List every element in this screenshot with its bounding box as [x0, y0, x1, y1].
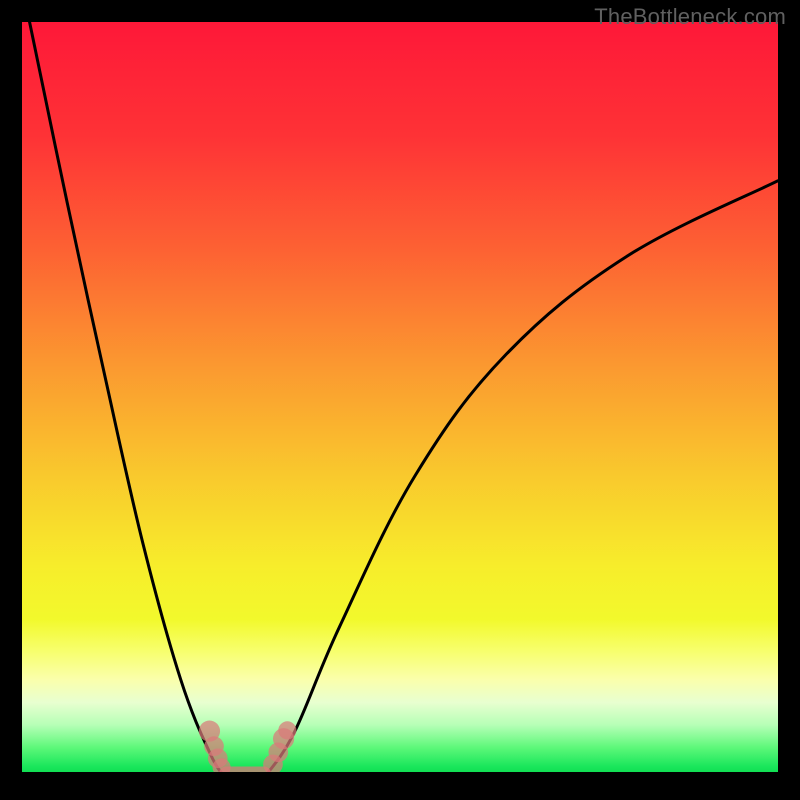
plot-frame — [22, 22, 778, 778]
bottom-black-strip — [22, 772, 778, 778]
gradient-background — [22, 22, 778, 778]
watermark-text: TheBottleneck.com — [594, 4, 786, 30]
